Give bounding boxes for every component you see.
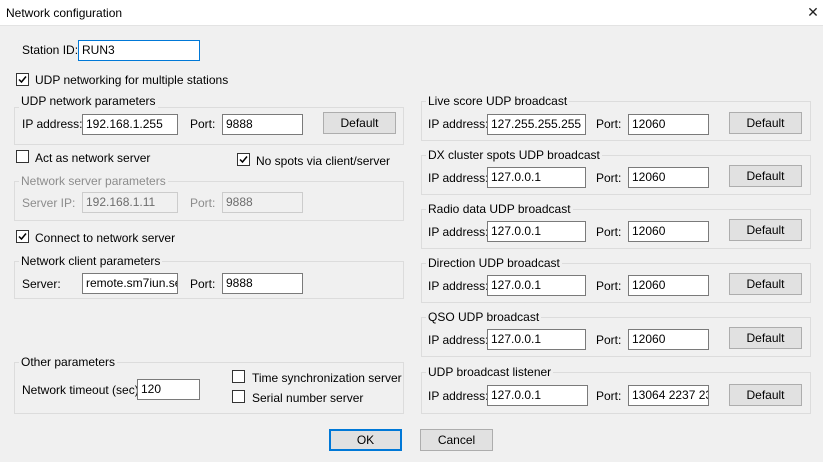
- broadcast-ip-label: IP address:: [428, 117, 489, 131]
- cancel-button[interactable]: Cancel: [420, 429, 493, 451]
- broadcast-ip-label: IP address:: [428, 171, 489, 185]
- act-server-checkbox[interactable]: [16, 150, 29, 163]
- server-port-input: 9888: [222, 192, 303, 213]
- ok-button[interactable]: OK: [329, 429, 402, 451]
- time-sync-label: Time synchronization server: [252, 371, 402, 385]
- close-icon[interactable]: ✕: [803, 1, 823, 23]
- radio-data-port-input[interactable]: 12060: [628, 221, 709, 242]
- udp-port-label: Port:: [190, 117, 216, 131]
- broadcast-title: DX cluster spots UDP broadcast: [426, 148, 602, 162]
- client-port-input[interactable]: 9888: [222, 273, 303, 294]
- udp-multi-checkbox[interactable]: [16, 73, 29, 86]
- broadcast-port-label: Port:: [596, 389, 622, 403]
- broadcast-title: Radio data UDP broadcast: [426, 202, 573, 216]
- client-server-input[interactable]: remote.sm7iun.se: [82, 273, 178, 294]
- qso-ip-input[interactable]: 127.0.0.1: [487, 329, 586, 350]
- broadcast-title: Live score UDP broadcast: [426, 94, 570, 108]
- live-score-port-input[interactable]: 12060: [628, 114, 709, 135]
- checkmark-icon: [239, 156, 248, 164]
- broadcast-ip-label: IP address:: [428, 279, 489, 293]
- radio-data-ip-input[interactable]: 127.0.0.1: [487, 221, 586, 242]
- dx-cluster-port-input[interactable]: 12060: [628, 167, 709, 188]
- station-id-input[interactable]: RUN3: [78, 40, 200, 61]
- broadcast-port-label: Port:: [596, 225, 622, 239]
- udp-port-input[interactable]: 9888: [222, 114, 303, 135]
- server-ip-input: 192.168.1.11: [82, 192, 178, 213]
- broadcast-port-label: Port:: [596, 117, 622, 131]
- radio-data-default-button[interactable]: Default: [729, 219, 802, 241]
- live-score-ip-input[interactable]: 127.255.255.255: [487, 114, 586, 135]
- live-score-default-button[interactable]: Default: [729, 112, 802, 134]
- direction-port-input[interactable]: 12060: [628, 275, 709, 296]
- title-bar: Network configuration ✕: [0, 0, 823, 26]
- broadcast-ip-label: IP address:: [428, 389, 489, 403]
- qso-default-button[interactable]: Default: [729, 327, 802, 349]
- listener-port-input[interactable]: 13064 2237 2334: [628, 385, 709, 406]
- server-ip-label: Server IP:: [22, 196, 76, 210]
- window-title: Network configuration: [6, 6, 123, 20]
- broadcast-ip-label: IP address:: [428, 225, 489, 239]
- checkmark-icon: [18, 76, 27, 84]
- client-port-label: Port:: [190, 277, 216, 291]
- udp-ip-input[interactable]: 192.168.1.255: [82, 114, 178, 135]
- broadcast-port-label: Port:: [596, 171, 622, 185]
- timeout-input[interactable]: 120: [137, 379, 200, 400]
- udp-params-title: UDP network parameters: [19, 94, 158, 108]
- qso-port-input[interactable]: 12060: [628, 329, 709, 350]
- act-server-label: Act as network server: [35, 151, 151, 165]
- broadcast-title: Direction UDP broadcast: [426, 256, 562, 270]
- broadcast-port-label: Port:: [596, 279, 622, 293]
- other-params-title: Other parameters: [19, 355, 118, 369]
- direction-default-button[interactable]: Default: [729, 273, 802, 295]
- dx-cluster-ip-input[interactable]: 127.0.0.1: [487, 167, 586, 188]
- checkmark-icon: [18, 233, 27, 241]
- connect-server-checkbox[interactable]: [16, 230, 29, 243]
- broadcast-port-label: Port:: [596, 333, 622, 347]
- client-server-label: Server:: [22, 277, 61, 291]
- connect-server-label: Connect to network server: [35, 231, 176, 245]
- listener-default-button[interactable]: Default: [729, 384, 802, 406]
- udp-default-button[interactable]: Default: [323, 112, 396, 134]
- listener-ip-input[interactable]: 127.0.0.1: [487, 385, 588, 406]
- serial-server-label: Serial number server: [252, 391, 364, 405]
- serial-server-checkbox[interactable]: [232, 390, 245, 403]
- time-sync-checkbox[interactable]: [232, 370, 245, 383]
- broadcast-ip-label: IP address:: [428, 333, 489, 347]
- dx-cluster-default-button[interactable]: Default: [729, 165, 802, 187]
- broadcast-title: QSO UDP broadcast: [426, 310, 542, 324]
- server-port-label: Port:: [190, 196, 216, 210]
- no-spots-checkbox[interactable]: [237, 153, 250, 166]
- direction-ip-input[interactable]: 127.0.0.1: [487, 275, 586, 296]
- timeout-label: Network timeout (sec):: [22, 383, 143, 397]
- no-spots-label: No spots via client/server: [256, 154, 391, 168]
- client-params-title: Network client parameters: [19, 254, 163, 268]
- server-params-title: Network server parameters: [19, 174, 168, 188]
- udp-ip-label: IP address:: [22, 117, 83, 131]
- udp-multi-label: UDP networking for multiple stations: [35, 73, 229, 87]
- broadcast-title: UDP broadcast listener: [426, 365, 554, 379]
- station-id-label: Station ID:: [22, 43, 79, 57]
